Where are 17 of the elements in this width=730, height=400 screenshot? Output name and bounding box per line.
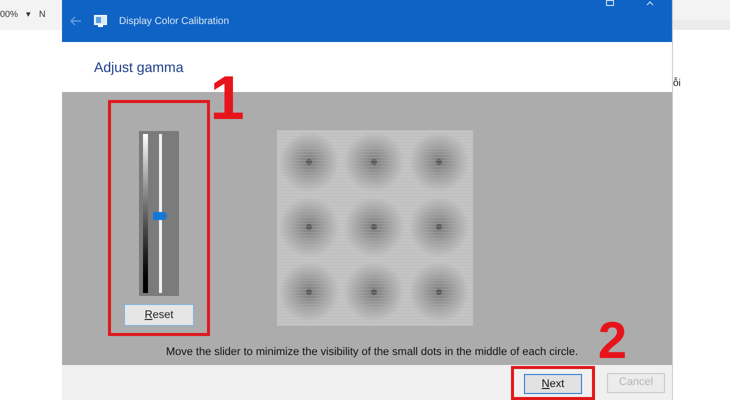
next-button[interactable]: Next: [524, 374, 582, 394]
instruction-text: Move the slider to minimize the visibility of the small dots in the middle of each circle.: [166, 344, 578, 360]
maximize-icon[interactable]: [606, 0, 614, 6]
document-text: ỗi: [673, 76, 682, 91]
toolbar-text: N: [39, 8, 46, 22]
annotation-number: 1: [210, 68, 244, 130]
page-heading: Adjust gamma: [94, 58, 184, 77]
gamma-slider[interactable]: [139, 131, 179, 296]
annotation-number: 2: [598, 315, 627, 367]
toolbar-text: 00%: [0, 8, 18, 22]
slider-thumb[interactable]: [153, 212, 167, 220]
toolbar-text: ▾: [26, 8, 32, 22]
monitor-icon: [94, 15, 107, 27]
caret-up-icon[interactable]: [646, 1, 654, 6]
reset-button[interactable]: Reset: [124, 304, 194, 326]
ruler: [673, 20, 730, 30]
window-title: Display Color Calibration: [119, 14, 230, 28]
